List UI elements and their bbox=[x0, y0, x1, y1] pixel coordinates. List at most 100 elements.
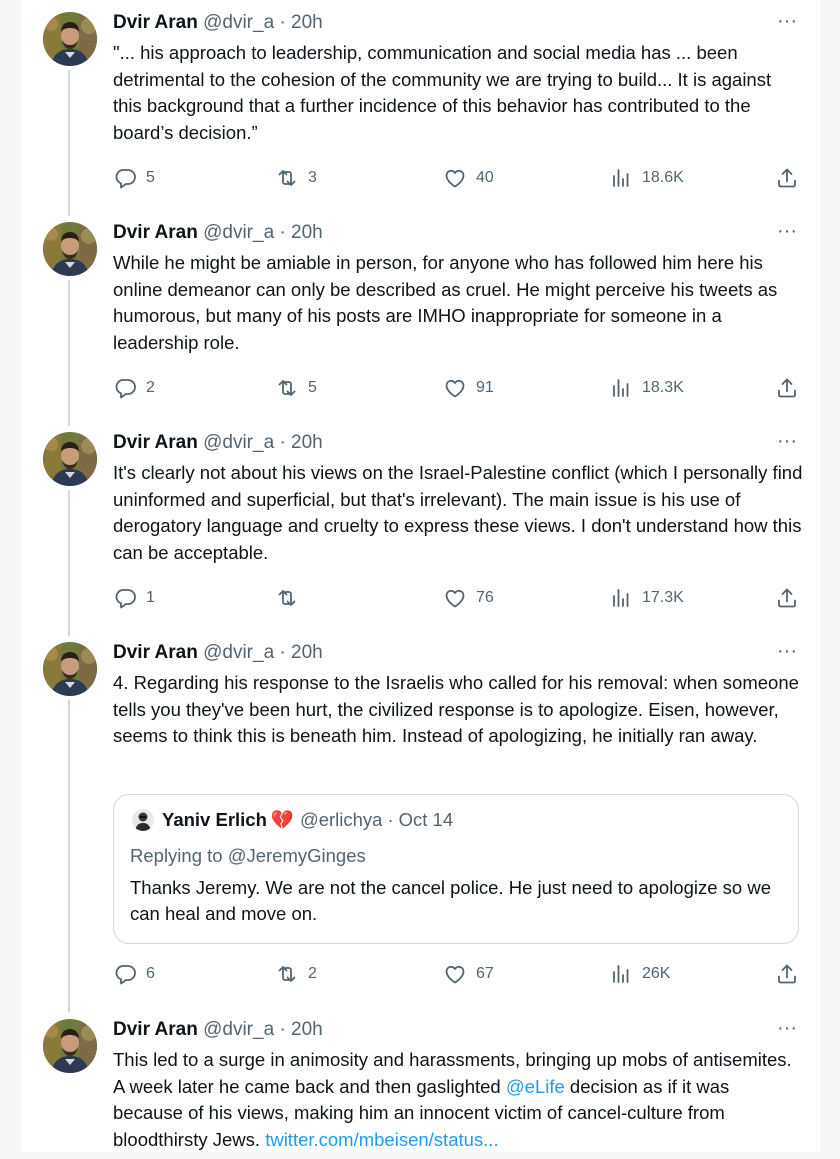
replying-to: Replying to @JeremyGinges bbox=[130, 845, 366, 866]
views-icon bbox=[609, 166, 633, 190]
views-icon bbox=[609, 586, 633, 610]
retweet-count: 5 bbox=[308, 379, 317, 396]
quote-author-handle[interactable]: @erlichya bbox=[300, 809, 383, 831]
tweet[interactable]: Dvir Aran @dvir_a · 20h ··· 4. Regarding… bbox=[21, 640, 821, 1012]
avatar[interactable] bbox=[43, 432, 97, 486]
like-count: 67 bbox=[476, 965, 494, 982]
views-icon bbox=[609, 376, 633, 400]
author-handle[interactable]: @dvir_a bbox=[203, 642, 274, 663]
view-count: 17.3K bbox=[642, 589, 684, 606]
more-icon[interactable]: ··· bbox=[777, 1017, 797, 1040]
views-icon bbox=[609, 962, 633, 986]
reply-count: 1 bbox=[146, 589, 155, 606]
separator: · bbox=[387, 809, 394, 830]
more-icon[interactable]: ··· bbox=[777, 430, 797, 453]
share-button[interactable] bbox=[775, 166, 799, 190]
like-count: 40 bbox=[476, 169, 494, 186]
tweet-header: Dvir Aran @dvir_a · 20h bbox=[113, 642, 801, 668]
retweet-icon bbox=[275, 962, 299, 986]
author-name[interactable]: Dvir Aran bbox=[113, 222, 198, 243]
view-count: 26K bbox=[642, 965, 671, 982]
author-name[interactable]: Dvir Aran bbox=[113, 1019, 198, 1040]
quote-author-name[interactable]: Yaniv Erlich bbox=[162, 809, 267, 831]
heart-icon bbox=[443, 962, 467, 986]
separator: · bbox=[279, 642, 286, 663]
retweet-count: 2 bbox=[308, 965, 317, 982]
separator: · bbox=[279, 432, 286, 453]
tweet-text: This led to a surge in animosity and har… bbox=[113, 1047, 803, 1153]
retweet-icon bbox=[275, 166, 299, 190]
heart-icon bbox=[443, 376, 467, 400]
timestamp[interactable]: 20h bbox=[291, 12, 323, 33]
quote-avatar[interactable] bbox=[132, 809, 154, 831]
like-button[interactable]: 67 bbox=[443, 962, 494, 986]
timestamp[interactable]: 20h bbox=[291, 432, 323, 453]
reply-count: 6 bbox=[146, 965, 155, 982]
timestamp[interactable]: 20h bbox=[291, 642, 323, 663]
heart-icon bbox=[443, 166, 467, 190]
avatar[interactable] bbox=[43, 222, 97, 276]
share-button[interactable] bbox=[775, 586, 799, 610]
tweet-text: 4. Regarding his response to the Israeli… bbox=[113, 672, 799, 746]
url-link[interactable]: twitter.com/mbeisen/status... bbox=[265, 1129, 498, 1150]
views-button[interactable]: 18.6K bbox=[609, 166, 684, 190]
like-button[interactable]: 76 bbox=[443, 586, 494, 610]
avatar[interactable] bbox=[43, 12, 97, 66]
reply-button[interactable]: 2 bbox=[113, 376, 155, 400]
like-count: 91 bbox=[476, 379, 494, 396]
reply-button[interactable]: 1 bbox=[113, 586, 155, 610]
retweet-icon bbox=[275, 376, 299, 400]
reply-icon bbox=[113, 166, 137, 190]
retweet-button[interactable]: 3 bbox=[275, 166, 317, 190]
author-handle[interactable]: @dvir_a bbox=[203, 12, 274, 33]
share-icon bbox=[775, 376, 799, 400]
tweet-actions: 6 2 67 26K bbox=[113, 962, 803, 986]
reply-count: 2 bbox=[146, 379, 155, 396]
tweet-text: While he might be amiable in person, for… bbox=[113, 252, 778, 353]
tweet-text: "... his approach to leadership, communi… bbox=[113, 42, 772, 143]
share-icon bbox=[775, 962, 799, 986]
reply-icon bbox=[113, 586, 137, 610]
tweet-actions: 2 5 91 18.3K bbox=[113, 376, 803, 400]
views-button[interactable]: 18.3K bbox=[609, 376, 684, 400]
quote-header: Yaniv Erlich 💔 @erlichya · Oct 14 bbox=[132, 809, 453, 831]
mention-link[interactable]: @eLife bbox=[506, 1076, 565, 1097]
retweet-button[interactable]: 5 bbox=[275, 376, 317, 400]
avatar[interactable] bbox=[43, 1019, 97, 1073]
tweet[interactable]: Dvir Aran @dvir_a · 20h ··· It's clearly… bbox=[21, 430, 821, 632]
avatar[interactable] bbox=[43, 642, 97, 696]
like-button[interactable]: 91 bbox=[443, 376, 494, 400]
tweet[interactable]: Dvir Aran @dvir_a · 20h ··· While he mig… bbox=[21, 220, 821, 422]
quote-date: Oct 14 bbox=[398, 809, 454, 830]
tweet-header: Dvir Aran @dvir_a · 20h bbox=[113, 432, 801, 458]
timestamp[interactable]: 20h bbox=[291, 222, 323, 243]
share-button[interactable] bbox=[775, 962, 799, 986]
views-button[interactable]: 17.3K bbox=[609, 586, 684, 610]
like-button[interactable]: 40 bbox=[443, 166, 494, 190]
author-handle[interactable]: @dvir_a bbox=[203, 1019, 274, 1040]
tweet[interactable]: Dvir Aran @dvir_a · 20h ··· "... his app… bbox=[21, 10, 821, 212]
tweet-text: It's clearly not about his views on the … bbox=[113, 462, 803, 563]
view-count: 18.6K bbox=[642, 169, 684, 186]
retweet-count: 3 bbox=[308, 169, 317, 186]
reply-button[interactable]: 6 bbox=[113, 962, 155, 986]
retweet-button[interactable]: 2 bbox=[275, 962, 317, 986]
more-icon[interactable]: ··· bbox=[777, 10, 797, 33]
author-name[interactable]: Dvir Aran bbox=[113, 12, 198, 33]
reply-button[interactable]: 5 bbox=[113, 166, 155, 190]
reply-count: 5 bbox=[146, 169, 155, 186]
retweet-icon bbox=[275, 586, 299, 610]
author-handle[interactable]: @dvir_a bbox=[203, 222, 274, 243]
more-icon[interactable]: ··· bbox=[777, 640, 797, 663]
author-name[interactable]: Dvir Aran bbox=[113, 642, 198, 663]
tweet[interactable]: Dvir Aran @dvir_a · 20h ··· This led to … bbox=[21, 1017, 821, 1159]
timestamp[interactable]: 20h bbox=[291, 1019, 323, 1040]
views-button[interactable]: 26K bbox=[609, 962, 670, 986]
share-button[interactable] bbox=[775, 376, 799, 400]
author-name[interactable]: Dvir Aran bbox=[113, 432, 198, 453]
quoted-tweet[interactable]: Yaniv Erlich 💔 @erlichya · Oct 14 Replyi… bbox=[113, 794, 799, 944]
retweet-button[interactable] bbox=[275, 586, 308, 610]
author-handle[interactable]: @dvir_a bbox=[203, 432, 274, 453]
separator: · bbox=[279, 12, 286, 33]
more-icon[interactable]: ··· bbox=[777, 220, 797, 243]
